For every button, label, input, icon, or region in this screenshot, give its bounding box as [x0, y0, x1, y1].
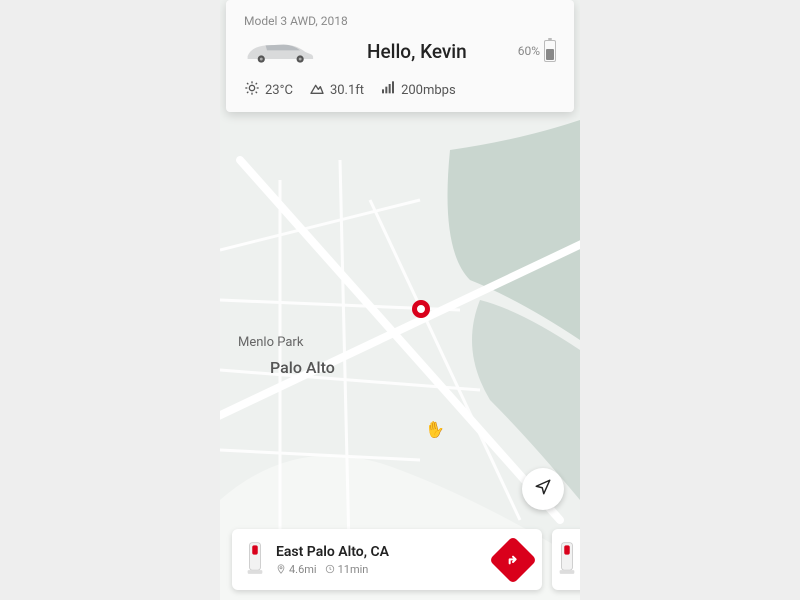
- signal-value: 200mbps: [401, 83, 456, 98]
- greeting-text: Hello, Kevin: [328, 40, 506, 63]
- metric-temperature: 23°C: [244, 80, 293, 100]
- sun-icon: [244, 80, 260, 100]
- recenter-button[interactable]: [522, 468, 564, 510]
- turn-arrow-icon: [505, 552, 521, 568]
- elevation-value: 30.1ft: [330, 83, 364, 98]
- metric-elevation: 30.1ft: [309, 80, 364, 100]
- supercharger-icon: [244, 539, 266, 580]
- metric-signal: 200mbps: [380, 80, 456, 100]
- vehicle-silhouette-icon: [244, 36, 316, 66]
- map-label-menlo: Menlo Park: [238, 335, 303, 350]
- charger-card-next[interactable]: [552, 529, 580, 590]
- mountain-icon: [309, 80, 325, 100]
- vehicle-status-card: Model 3 AWD, 2018 Hello, Kevin 60%: [226, 0, 574, 112]
- charger-card[interactable]: East Palo Alto, CA 4.6mi 11min: [232, 529, 542, 590]
- vehicle-model-label: Model 3 AWD, 2018: [244, 14, 556, 28]
- temperature-value: 23°C: [265, 83, 293, 98]
- map-label-palo-alto: Palo Alto: [270, 358, 335, 377]
- supercharger-icon: [556, 539, 578, 580]
- battery-icon: [544, 40, 556, 62]
- vehicle-location-marker[interactable]: [412, 300, 430, 318]
- charger-carousel[interactable]: East Palo Alto, CA 4.6mi 11min: [220, 529, 580, 590]
- battery-status: 60%: [518, 40, 556, 62]
- charger-time: 11min: [325, 563, 369, 576]
- charger-location-title: East Palo Alto, CA: [276, 544, 486, 560]
- charger-distance: 4.6mi: [276, 563, 317, 576]
- battery-percent-label: 60%: [518, 44, 540, 58]
- navigate-button[interactable]: [489, 536, 537, 584]
- signal-bars-icon: [380, 80, 396, 100]
- app-screen: Menlo Park Palo Alto ✋ Model 3 AWD, 2018…: [220, 0, 580, 600]
- grab-cursor-icon: ✋: [424, 418, 447, 440]
- location-arrow-icon: [534, 478, 552, 500]
